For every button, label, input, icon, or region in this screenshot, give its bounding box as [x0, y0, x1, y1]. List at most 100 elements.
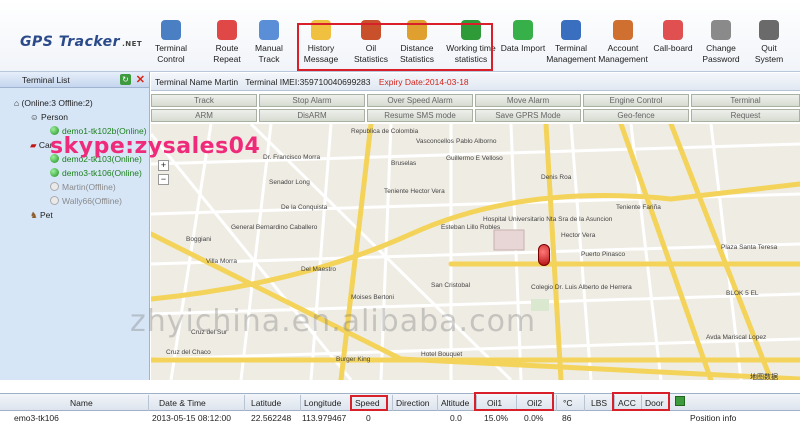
toolbar-label: Terminal — [154, 43, 188, 53]
col-latitude[interactable]: Latitude — [244, 395, 296, 411]
terminal-name-label: Terminal Name — [155, 77, 213, 87]
online-status-icon — [50, 168, 59, 177]
terminal-icon — [561, 20, 581, 40]
street-label: BLOK 5 EL — [726, 290, 759, 297]
device-label: demo3-tk106(Online) — [62, 168, 142, 178]
command-button-track[interactable]: Track — [151, 94, 257, 107]
offline-status-icon — [50, 182, 59, 191]
toolbar-label: System — [754, 54, 784, 64]
street-label: Colegio Dr. Luis Alberto de Herrera — [531, 284, 632, 291]
cell-latitude: 22.562248 — [251, 413, 292, 423]
tree-group-pet[interactable]: ♞ Pet — [30, 210, 53, 221]
street-label: Republica de Colombia — [351, 128, 419, 135]
site-watermark: zhyichina.en.alibaba.com — [130, 304, 537, 339]
col-longitude[interactable]: Longitude — [300, 395, 348, 411]
cell-speed: 0 — [366, 413, 371, 423]
tree-group-person[interactable]: ☺ Person — [30, 112, 68, 122]
key-icon — [711, 20, 731, 40]
street-label: Denis Roa — [541, 174, 572, 181]
cell-name: emo3-tk106 — [14, 413, 59, 423]
command-button-terminal[interactable]: Terminal — [691, 94, 800, 107]
tree-root[interactable]: ⌂ (Online:3 Offline:2) — [14, 98, 93, 108]
group-label: Person — [41, 112, 68, 122]
col-lbs[interactable]: LBS — [584, 395, 612, 411]
map-zoom-control: + − — [158, 160, 169, 188]
import-icon — [513, 20, 533, 40]
refresh-icon[interactable]: ↻ — [120, 74, 131, 85]
command-button-save-gprs-mode[interactable]: Save GPRS Mode — [475, 109, 581, 122]
street-label: Vasconcellos — [416, 138, 454, 145]
street-label: Del Maestro — [301, 266, 337, 273]
col-direction[interactable]: Direction — [392, 395, 434, 411]
street-label: Esteban Lillo Robles — [441, 224, 501, 231]
street-label: Teniente Hector Vera — [384, 188, 445, 195]
street-label: Senador Long — [269, 179, 310, 186]
zoom-in-button[interactable]: + — [158, 160, 169, 171]
terminal-list-panel: Terminal List ↻ ✕ ⌂ (Online:3 Offline:2)… — [0, 72, 150, 380]
account-icon — [613, 20, 633, 40]
map-view[interactable]: Vasconcellos Pablo Alborno Republica de … — [151, 124, 800, 380]
street-label: Cruz del Chaco — [166, 349, 211, 356]
street-label: Dr. Francisco Morra — [263, 154, 321, 161]
street-label: Bruselas — [391, 160, 417, 167]
track-icon — [259, 20, 279, 40]
command-button-move-alarm[interactable]: Move Alarm — [475, 94, 581, 107]
app-logo: GPS Tracker .NET — [20, 34, 142, 50]
cell-position: Position info — [690, 413, 737, 423]
chat-icon — [663, 20, 683, 40]
highlight-speed — [350, 395, 388, 411]
pet-icon: ♞ — [30, 210, 38, 220]
command-button-geo-fence[interactable]: Geo-fence — [583, 109, 689, 122]
cell-oil2: 0.0% — [524, 413, 544, 423]
tree-device-demo3[interactable]: demo3-tk106(Online) — [50, 168, 142, 178]
col-temp[interactable]: °C — [556, 395, 582, 411]
highlight-history-statistics-group — [297, 23, 493, 71]
command-button-request[interactable]: Request — [691, 109, 800, 122]
street-label: Hector Vera — [561, 232, 596, 239]
toolbar-label: Control — [157, 54, 185, 64]
col-datetime[interactable]: Date & Time — [148, 395, 240, 411]
quit-system-button[interactable]: Quit System — [738, 20, 800, 65]
table-row[interactable]: emo3-tk106 2013-05-15 08:12:00 22.562248… — [0, 411, 800, 425]
car-marker-icon[interactable] — [538, 244, 550, 266]
street-label: Teniente Fariña — [616, 204, 661, 211]
tree-device-martin[interactable]: Martin(Offline) — [50, 182, 116, 192]
col-altitude[interactable]: Altitude — [437, 395, 475, 411]
terminal-control-button[interactable]: Terminal Control — [140, 20, 202, 65]
device-label: Martin(Offline) — [62, 182, 116, 192]
logo-text: GPS Tracker — [20, 34, 121, 50]
tree-device-wally66[interactable]: Wally66(Offline) — [50, 196, 122, 206]
expiry-date: Expiry Date:2014-03-18 — [378, 77, 469, 87]
command-button-over-speed-alarm[interactable]: Over Speed Alarm — [367, 94, 473, 107]
map-data-label: 地图数据 — [750, 374, 778, 381]
street-label: Hospital Universitario Nta Sra de la Asu… — [483, 216, 613, 223]
command-button-engine-control[interactable]: Engine Control — [583, 94, 689, 107]
monitor-icon — [161, 20, 181, 40]
command-button-disarm[interactable]: DisARM — [259, 109, 365, 122]
command-button-resume-sms-mode[interactable]: Resume SMS mode — [367, 109, 473, 122]
street-label: Plaza Santa Teresa — [721, 244, 778, 251]
command-button-arm[interactable]: ARM — [151, 109, 257, 122]
col-name[interactable]: Name — [70, 398, 93, 408]
device-label: Wally66(Offline) — [62, 196, 122, 206]
quit-icon — [759, 20, 779, 40]
toolbar-label: Quit — [761, 43, 777, 53]
terminal-imei-label: Terminal IMEI: — [245, 77, 300, 87]
zoom-out-button[interactable]: − — [158, 174, 169, 185]
offline-status-icon — [50, 196, 59, 205]
highlight-acc-door — [612, 392, 670, 411]
command-button-stop-alarm[interactable]: Stop Alarm — [259, 94, 365, 107]
street-label: San Cristobal — [431, 282, 471, 289]
export-icon[interactable] — [675, 396, 685, 406]
terminal-imei-value: 359710040699283 — [299, 77, 371, 87]
terminal-name-value: Martin — [214, 77, 239, 87]
main-toolbar: GPS Tracker .NET Terminal Control Route Repe… — [0, 0, 800, 72]
close-icon[interactable]: ✕ — [136, 73, 145, 86]
highlight-oil — [474, 392, 554, 411]
street-label: Pablo Alborno — [456, 138, 497, 145]
street-label: De la Conquista — [281, 204, 328, 211]
street-label: Avda Mariscal Lopez — [706, 334, 767, 341]
street-label: General Bernardino Caballero — [231, 224, 318, 231]
toolbar-label: Management — [598, 54, 648, 64]
street-label: Hotel Bouquet — [421, 351, 463, 358]
